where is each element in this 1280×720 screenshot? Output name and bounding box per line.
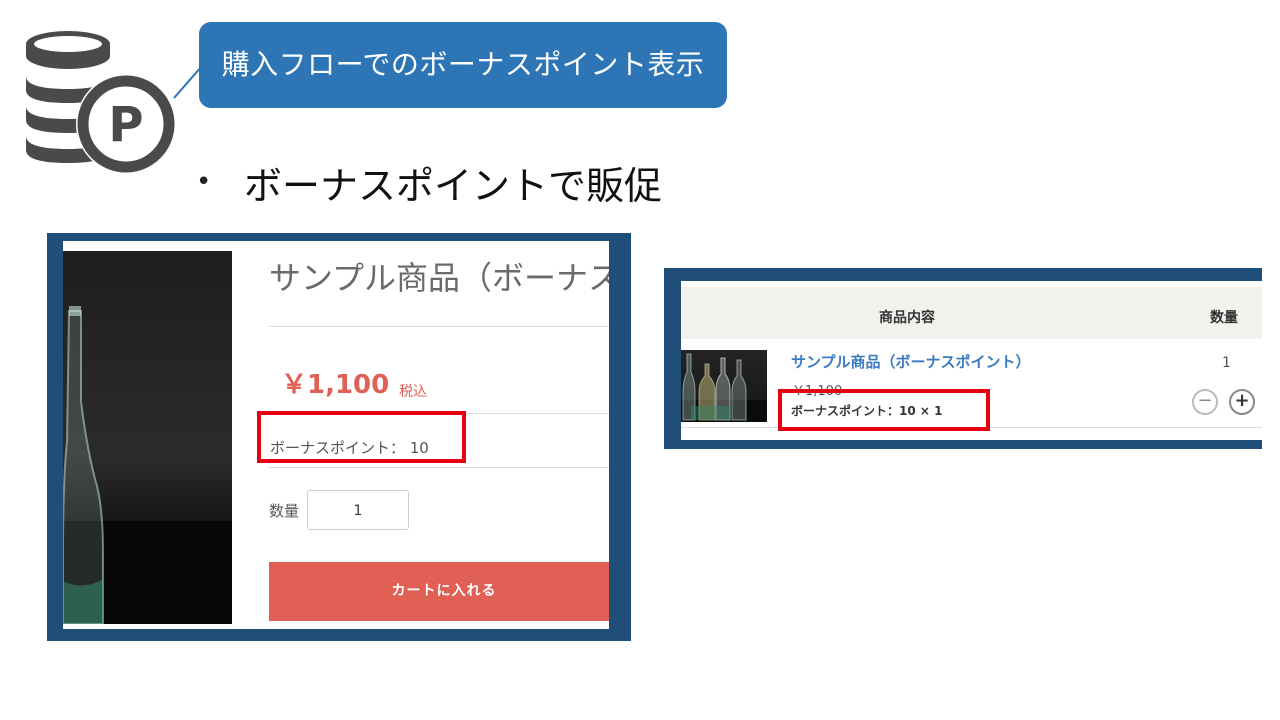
column-header-content: 商品内容 <box>879 310 935 326</box>
cart-item-image <box>681 350 767 422</box>
quantity-input[interactable]: 1 <box>307 490 409 530</box>
cart-item-name[interactable]: サンプル商品（ボーナスポイント） <box>791 351 1031 372</box>
column-header-quantity: 数量 <box>1210 310 1238 326</box>
bullet-item: • ボーナスポイントで販促 <box>196 152 662 212</box>
callout-title: 購入フローでのボーナスポイント表示 <box>199 22 727 108</box>
product-price: ￥1,100 <box>281 370 390 400</box>
bottles-thumbnail-illustration <box>681 353 767 422</box>
quantity-label: 数量 <box>269 502 300 520</box>
bullet-text: ボーナスポイントで販促 <box>244 163 663 208</box>
product-image <box>63 251 232 624</box>
bonus-points-highlight <box>257 411 466 463</box>
tax-label: 税込 <box>399 384 427 400</box>
svg-text:P: P <box>108 97 143 153</box>
bullet-symbol: • <box>196 167 212 197</box>
add-to-cart-button[interactable]: カートに入れる <box>269 562 609 621</box>
product-name: サンプル商品（ボーナス <box>269 259 609 297</box>
divider <box>269 467 609 468</box>
increase-quantity-button[interactable]: + <box>1229 389 1255 415</box>
cart-bonus-points-highlight <box>778 389 990 431</box>
cart-item-quantity: 1 <box>1222 355 1231 371</box>
points-coin-icon: P <box>26 31 176 174</box>
glass-bottle-illustration <box>63 306 232 624</box>
decrease-quantity-button[interactable]: − <box>1192 389 1218 415</box>
divider <box>269 326 609 327</box>
cart-table-header: 商品内容 数量 <box>681 287 1262 339</box>
